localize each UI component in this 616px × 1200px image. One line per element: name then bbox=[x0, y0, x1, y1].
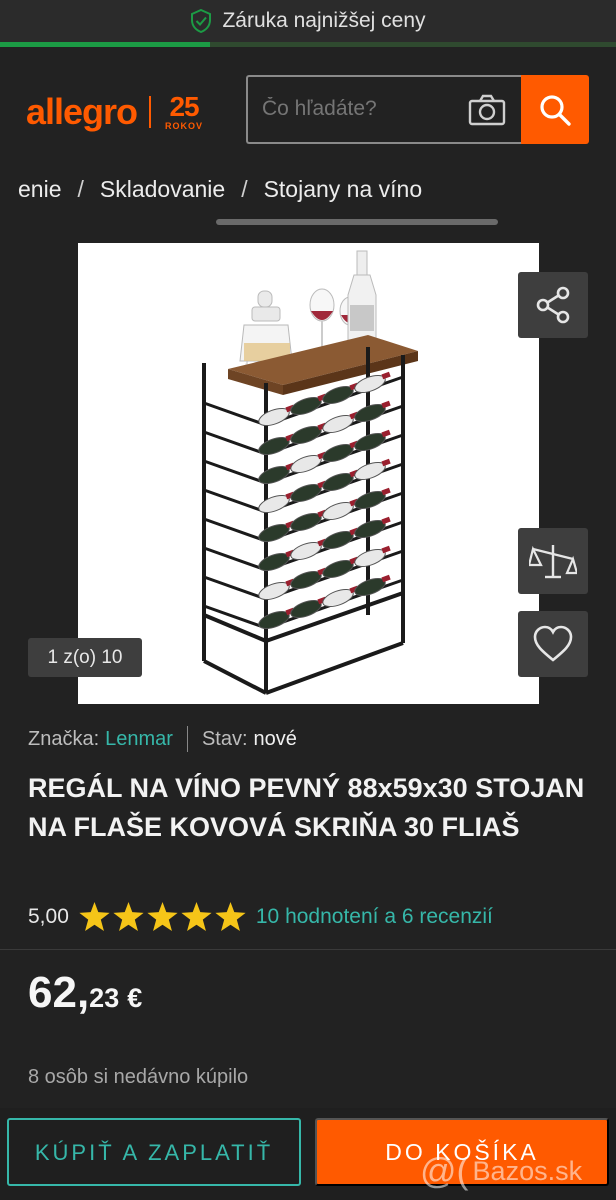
rating-score: 5,00 bbox=[28, 904, 69, 928]
price-currency: € bbox=[127, 983, 143, 1013]
breadcrumb-item[interactable]: Stojany na víno bbox=[264, 176, 423, 203]
search-input[interactable] bbox=[262, 97, 462, 121]
breadcrumb-separator: / bbox=[241, 176, 248, 202]
condition-label: Stav: bbox=[201, 727, 248, 750]
favorite-button[interactable] bbox=[518, 611, 588, 677]
breadcrumb-item[interactable]: enie bbox=[18, 176, 61, 203]
guarantee-text: Záruka najnižšej ceny bbox=[222, 9, 426, 32]
search-box bbox=[246, 75, 522, 144]
watermark-at-icon: @( bbox=[420, 1150, 469, 1191]
breadcrumb-item[interactable]: Skladovanie bbox=[100, 176, 225, 203]
search-button[interactable] bbox=[521, 75, 589, 144]
share-icon bbox=[536, 286, 570, 324]
camera-icon[interactable] bbox=[468, 94, 506, 126]
logo-wordmark: allegro bbox=[26, 91, 138, 132]
watermark: @( Bazos.sk bbox=[420, 1150, 582, 1192]
product-image[interactable] bbox=[78, 243, 539, 704]
section-divider bbox=[0, 949, 616, 950]
search-icon bbox=[540, 94, 571, 126]
star-icon bbox=[215, 902, 246, 931]
reviews-link[interactable]: 10 hodnotení a 6 recenzií bbox=[256, 905, 493, 929]
star-icon bbox=[181, 902, 212, 931]
image-counter: 1 z(o) 10 bbox=[28, 638, 142, 677]
meta-divider bbox=[186, 726, 188, 752]
share-button[interactable] bbox=[518, 272, 588, 338]
shield-check-icon bbox=[191, 9, 212, 33]
guarantee-banner[interactable]: Záruka najnižšej ceny bbox=[0, 0, 616, 42]
logo-separator bbox=[149, 96, 152, 128]
breadcrumb-scrollbar[interactable] bbox=[216, 219, 498, 225]
brand-link[interactable]: Lenmar bbox=[105, 728, 173, 751]
breadcrumb: enie / Skladovanie / Stojany na víno bbox=[18, 176, 422, 203]
anniversary-number: 25 bbox=[169, 91, 199, 122]
star-icon bbox=[79, 902, 110, 931]
breadcrumb-separator: / bbox=[77, 176, 84, 202]
scale-compare-icon bbox=[529, 545, 577, 579]
brand-label: Značka: bbox=[28, 727, 100, 750]
anniversary-badge: 25 ROKOV bbox=[165, 93, 203, 131]
condition-value: nové bbox=[253, 727, 297, 750]
compare-button[interactable] bbox=[518, 528, 588, 594]
allegro-logo[interactable]: allegro 25 ROKOV bbox=[26, 93, 203, 131]
price-main: 62, bbox=[28, 968, 90, 1017]
recent-purchases: 8 osôb si nedávno kúpilo bbox=[28, 1066, 249, 1088]
star-icon bbox=[113, 902, 144, 931]
heart-icon bbox=[533, 625, 573, 662]
star-icon bbox=[147, 902, 178, 931]
rating-stars bbox=[79, 902, 246, 931]
product-title: REGÁL NA VÍNO PEVNÝ 88x59x30 STOJAN NA F… bbox=[28, 773, 585, 842]
buy-now-button[interactable]: KÚPIŤ A ZAPLATIŤ bbox=[7, 1118, 301, 1186]
rating: 5,00 10 hodnotení a 6 recenzií bbox=[28, 902, 493, 931]
price-cents: 23 bbox=[89, 983, 120, 1013]
watermark-text: Bazos.sk bbox=[472, 1155, 583, 1186]
wine-rack-illustration bbox=[202, 250, 418, 695]
anniversary-label: ROKOV bbox=[165, 121, 204, 131]
price: 62, 23 € bbox=[28, 968, 142, 1018]
product-meta: Značka: Lenmar Stav: nové bbox=[28, 726, 297, 752]
